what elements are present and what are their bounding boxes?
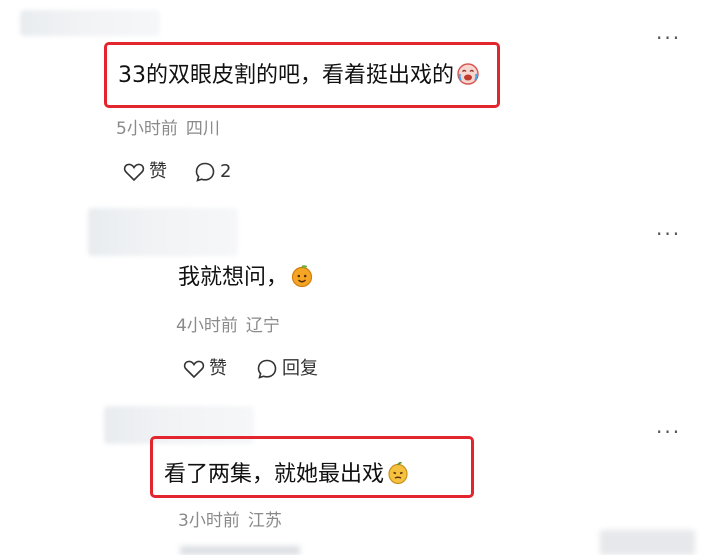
comment-text: 看了两集，就她最出戏 (164, 460, 410, 494)
partial-action-row-blurred (180, 546, 300, 555)
like-button[interactable]: 赞 (123, 161, 167, 183)
heart-icon (123, 163, 145, 182)
comment-location: 江苏 (247, 511, 282, 531)
more-options-icon[interactable]: ··· (656, 422, 681, 442)
like-label: 赞 (149, 161, 167, 182)
comment-meta: 4小时前 辽宁 (176, 315, 280, 337)
comment-text: 33的双眼皮割的吧，看着挺出戏的 (118, 61, 480, 95)
orange-face-emoji-icon (290, 264, 314, 297)
comment-meta: 5小时前 四川 (116, 118, 220, 140)
reply-label: 回复 (282, 358, 318, 379)
comment-text: 我就想问， (178, 263, 314, 297)
comment-bubble-icon (195, 162, 215, 182)
mango-face-emoji-icon (386, 461, 410, 494)
reply-button[interactable]: 回复 (256, 358, 318, 380)
comment-time: 4小时前 (176, 316, 238, 336)
reply-button[interactable]: 2 (194, 161, 231, 183)
comment-time: 3小时前 (178, 511, 240, 531)
comment-location: 四川 (185, 119, 220, 139)
heart-icon (183, 360, 205, 379)
like-button[interactable]: 赞 (183, 358, 227, 380)
reply-count: 2 (220, 161, 232, 182)
comment-bubble-icon (257, 359, 277, 379)
commenter-name-blurred (20, 10, 160, 36)
commenter-name-blurred (88, 208, 238, 256)
more-options-icon[interactable]: ··· (656, 28, 681, 48)
watermark-blurred (600, 530, 695, 555)
more-options-icon[interactable]: ··· (656, 224, 681, 244)
like-label: 赞 (209, 358, 227, 379)
crying-laughing-emoji-icon (456, 62, 480, 95)
comment-meta: 3小时前 江苏 (178, 510, 282, 532)
comment-location: 辽宁 (245, 316, 280, 336)
comment-time: 5小时前 (116, 119, 178, 139)
